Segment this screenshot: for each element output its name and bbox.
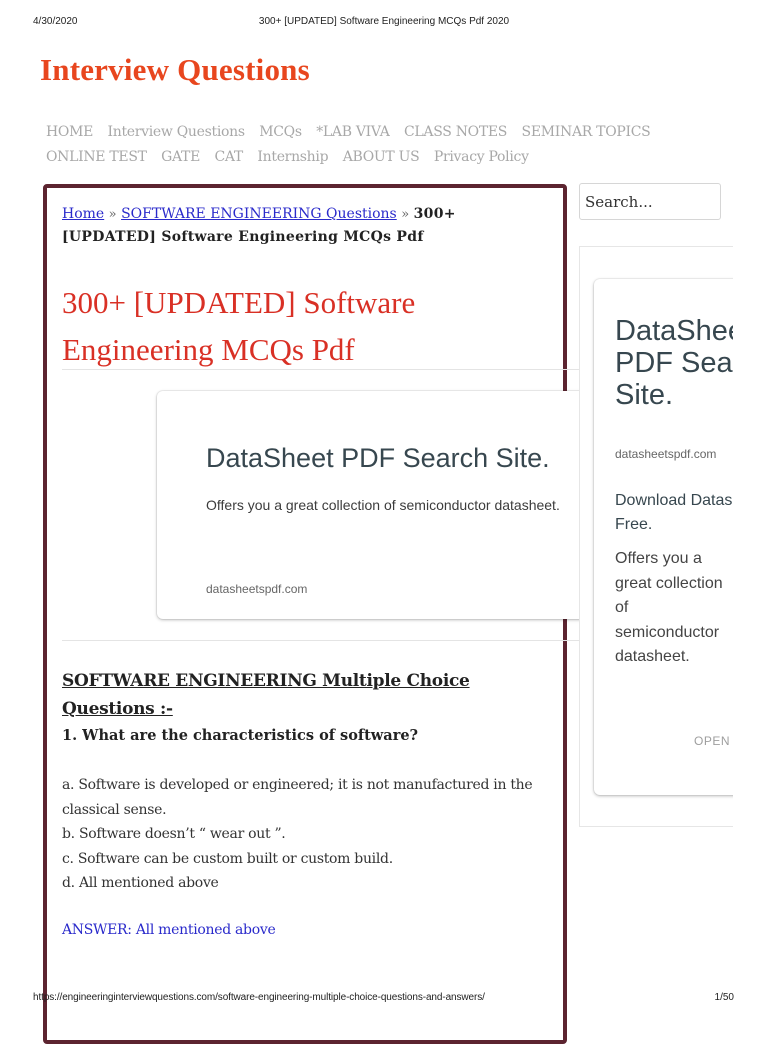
inline-ad-wrapper: DataSheet PDF Search Site. Offers you a … — [150, 380, 580, 630]
breadcrumb-separator: » — [401, 207, 410, 222]
nav-item-internship[interactable]: Internship — [257, 149, 328, 165]
breadcrumb-home-link[interactable]: Home — [62, 206, 104, 222]
inline-ad-domain[interactable]: datasheetspdf.com — [206, 582, 307, 596]
page-edge-clip — [733, 0, 768, 1024]
option-a: a. Software is developed or engineered; … — [62, 777, 533, 818]
option-d: d. All mentioned above — [62, 875, 219, 891]
nav-item-privacy-policy[interactable]: Privacy Policy — [434, 149, 529, 165]
breadcrumb: Home » SOFTWARE ENGINEERING Questions » … — [62, 203, 552, 248]
sidebar-ad-description: Offers you a great collection of semicon… — [615, 550, 723, 665]
print-title: 300+ [UPDATED] Software Engineering MCQs… — [258, 16, 510, 27]
breadcrumb-category-link[interactable]: SOFTWARE ENGINEERING Questions — [121, 206, 397, 222]
nav-item-gate[interactable]: GATE — [161, 149, 200, 165]
inline-ad-headline[interactable]: DataSheet PDF Search Site. — [206, 443, 550, 474]
print-url: https://engineeringinterviewquestions.co… — [33, 992, 485, 1003]
nav-item-online-test[interactable]: ONLINE TEST — [46, 149, 147, 165]
sidebar-ad-domain[interactable]: datasheetspdf.com — [615, 447, 716, 461]
main-navigation: HOME Interview Questions MCQs *LAB VIVA … — [46, 120, 726, 170]
pdf-print-header: 4/30/2020 300+ [UPDATED] Software Engine… — [0, 16, 768, 30]
option-b: b. Software doesn’t “ wear out ”. — [62, 826, 286, 842]
pdf-print-footer: https://engineeringinterviewquestions.co… — [0, 992, 768, 1006]
question-options: a. Software is developed or engineered; … — [62, 773, 552, 896]
sidebar-ad-open-button[interactable]: OPEN — [694, 734, 730, 748]
title-divider — [62, 369, 582, 370]
nav-item-home[interactable]: HOME — [46, 124, 93, 140]
nav-item-about-us[interactable]: ABOUT US — [343, 149, 420, 165]
answer-text: ANSWER: All mentioned above — [62, 922, 276, 938]
search-input[interactable] — [579, 183, 721, 220]
page-title: 300+ [UPDATED] Software Engineering MCQs… — [62, 285, 416, 367]
inline-ad-card[interactable]: DataSheet PDF Search Site. Offers you a … — [157, 391, 580, 619]
question-text: 1. What are the characteristics of softw… — [62, 727, 419, 744]
print-page-number: 1/50 — [714, 992, 734, 1003]
inline-ad-description: Offers you a great collection of semicon… — [206, 497, 560, 513]
nav-item-mcqs[interactable]: MCQs — [259, 124, 302, 140]
nav-item-class-notes[interactable]: CLASS NOTES — [404, 124, 507, 140]
nav-item-lab-viva[interactable]: *LAB VIVA — [316, 124, 390, 140]
nav-item-interview-questions[interactable]: Interview Questions — [108, 124, 246, 140]
option-c: c. Software can be custom built or custo… — [62, 850, 393, 867]
site-logo-title[interactable]: Interview Questions — [40, 52, 310, 88]
section-heading: SOFTWARE ENGINEERING Multiple Choice Que… — [62, 671, 470, 719]
breadcrumb-separator: » — [108, 207, 117, 222]
ad-divider — [62, 640, 579, 641]
nav-item-cat[interactable]: CAT — [214, 149, 243, 165]
nav-item-seminar-topics[interactable]: SEMINAR TOPICS — [522, 124, 651, 140]
